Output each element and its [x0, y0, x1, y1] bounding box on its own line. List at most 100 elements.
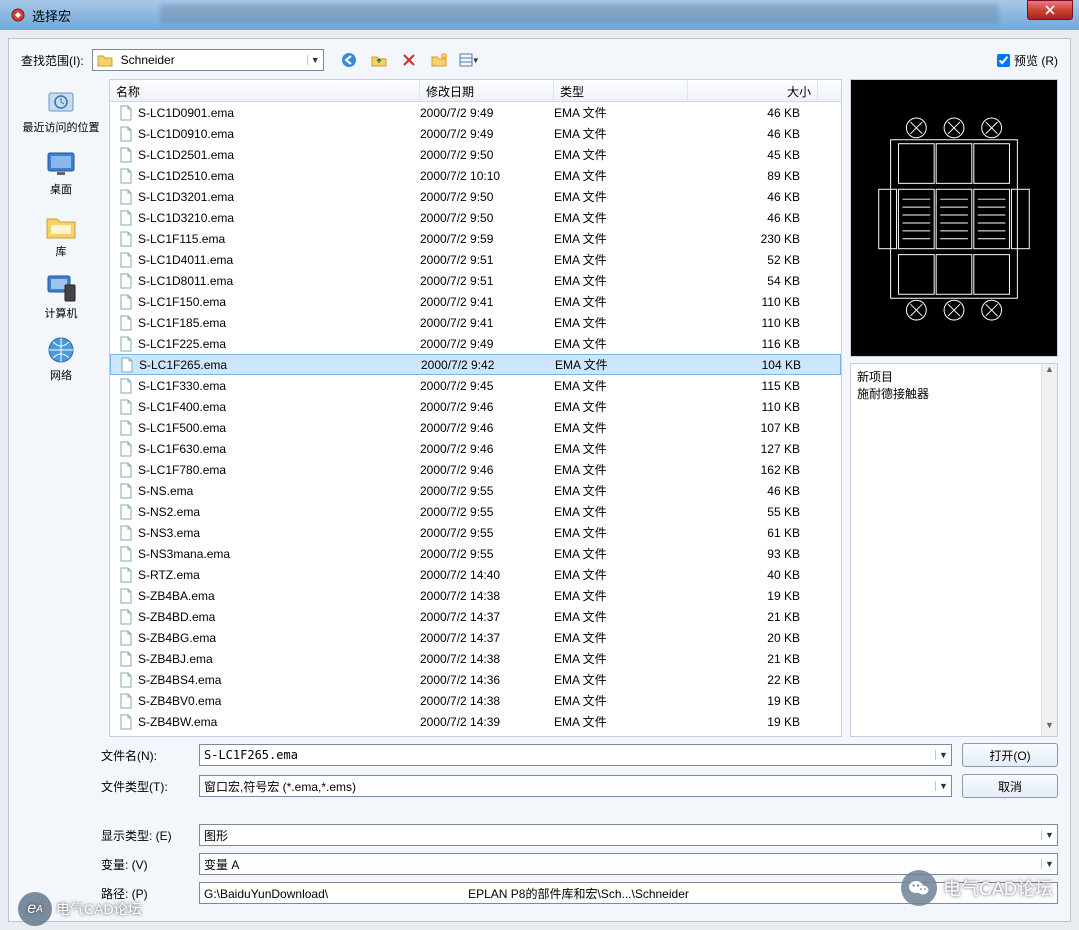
table-row[interactable]: S-LC1D0910.ema2000/7/2 9:49EMA 文件46 KB: [110, 123, 841, 144]
file-icon: [118, 336, 134, 352]
table-row[interactable]: S-LC1F330.ema2000/7/2 9:45EMA 文件115 KB: [110, 375, 841, 396]
table-row[interactable]: S-LC1F115.ema2000/7/2 9:59EMA 文件230 KB: [110, 228, 841, 249]
table-row[interactable]: S-LC1D2501.ema2000/7/2 9:50EMA 文件45 KB: [110, 144, 841, 165]
views-button[interactable]: ▼: [458, 49, 480, 71]
file-icon: [118, 567, 134, 583]
file-type: EMA 文件: [555, 356, 689, 373]
file-date: 2000/7/2 9:46: [420, 442, 554, 456]
place-libraries[interactable]: 库: [22, 205, 100, 263]
table-row[interactable]: S-LC1F150.ema2000/7/2 9:41EMA 文件110 KB: [110, 291, 841, 312]
scroll-up-icon[interactable]: ▲: [1042, 364, 1057, 380]
table-row[interactable]: S-RTZ.ema2000/7/2 14:40EMA 文件40 KB: [110, 564, 841, 585]
up-button[interactable]: [368, 49, 390, 71]
watermark-text: 电气CAD论坛: [56, 899, 142, 919]
chevron-down-icon[interactable]: ▼: [1041, 859, 1057, 869]
file-name: S-LC1F330.ema: [138, 379, 420, 393]
table-row[interactable]: S-LC1F225.ema2000/7/2 9:49EMA 文件116 KB: [110, 333, 841, 354]
close-button[interactable]: [1027, 0, 1073, 20]
place-computer[interactable]: 计算机: [22, 267, 100, 325]
table-row[interactable]: S-LC1F630.ema2000/7/2 9:46EMA 文件127 KB: [110, 438, 841, 459]
place-desktop[interactable]: 桌面: [22, 143, 100, 201]
table-row[interactable]: S-LC1F265.ema2000/7/2 9:42EMA 文件104 KB: [110, 354, 841, 375]
chevron-down-icon[interactable]: ▼: [935, 781, 951, 791]
libraries-icon: [43, 209, 79, 243]
table-row[interactable]: S-NS2.ema2000/7/2 9:55EMA 文件55 KB: [110, 501, 841, 522]
table-row[interactable]: S-ZB4BS4.ema2000/7/2 14:36EMA 文件22 KB: [110, 669, 841, 690]
file-type: EMA 文件: [554, 566, 688, 583]
file-date: 2000/7/2 14:39: [420, 715, 554, 729]
location-text: Schneider: [117, 53, 307, 67]
table-row[interactable]: S-ZB4BW.ema2000/7/2 14:39EMA 文件19 KB: [110, 711, 841, 732]
table-row[interactable]: S-LC1D2510.ema2000/7/2 10:10EMA 文件89 KB: [110, 165, 841, 186]
table-row[interactable]: S-LC1D3201.ema2000/7/2 9:50EMA 文件46 KB: [110, 186, 841, 207]
chevron-down-icon[interactable]: ▼: [1041, 830, 1057, 840]
table-row[interactable]: S-LC1D4011.ema2000/7/2 9:51EMA 文件52 KB: [110, 249, 841, 270]
table-row[interactable]: S-ZB4BA.ema2000/7/2 14:38EMA 文件19 KB: [110, 585, 841, 606]
column-headers[interactable]: 名称 修改日期 类型 大小: [110, 80, 841, 102]
table-row[interactable]: S-LC1D3210.ema2000/7/2 9:50EMA 文件46 KB: [110, 207, 841, 228]
file-icon: [118, 231, 134, 247]
file-type: EMA 文件: [554, 503, 688, 520]
preview-checkbox-wrap[interactable]: 预览 (R): [997, 52, 1058, 69]
place-label: 桌面: [50, 181, 72, 197]
display-combo[interactable]: 图形▼: [199, 824, 1058, 846]
scroll-down-icon[interactable]: ▼: [1042, 720, 1057, 736]
file-date: 2000/7/2 9:59: [420, 232, 554, 246]
col-type[interactable]: 类型: [554, 80, 688, 101]
file-name: S-ZB4BA.ema: [138, 589, 420, 603]
open-button[interactable]: 打开(O): [962, 743, 1058, 767]
file-icon: [118, 462, 134, 478]
table-row[interactable]: S-NS.ema2000/7/2 9:55EMA 文件46 KB: [110, 480, 841, 501]
file-type: EMA 文件: [554, 104, 688, 121]
file-type: EMA 文件: [554, 650, 688, 667]
file-size: 52 KB: [688, 253, 800, 267]
place-recent[interactable]: 最近访问的位置: [22, 81, 100, 139]
table-row[interactable]: S-ZB4BJ.ema2000/7/2 14:38EMA 文件21 KB: [110, 648, 841, 669]
display-value: 图形: [200, 827, 1041, 844]
table-row[interactable]: S-LC1F780.ema2000/7/2 9:46EMA 文件162 KB: [110, 459, 841, 480]
table-row[interactable]: S-ZB4BD.ema2000/7/2 14:37EMA 文件21 KB: [110, 606, 841, 627]
chevron-down-icon[interactable]: ▼: [307, 55, 323, 65]
table-row[interactable]: S-ZB4BV0.ema2000/7/2 14:38EMA 文件19 KB: [110, 690, 841, 711]
table-row[interactable]: S-LC1D0901.ema2000/7/2 9:49EMA 文件46 KB: [110, 102, 841, 123]
file-date: 2000/7/2 9:51: [420, 253, 554, 267]
delete-button[interactable]: [398, 49, 420, 71]
table-row[interactable]: S-NS3mana.ema2000/7/2 9:55EMA 文件93 KB: [110, 543, 841, 564]
place-label: 网络: [50, 367, 72, 383]
table-row[interactable]: S-ZB4BG.ema2000/7/2 14:37EMA 文件20 KB: [110, 627, 841, 648]
file-size: 46 KB: [688, 484, 800, 498]
place-label: 最近访问的位置: [23, 119, 100, 135]
location-combo[interactable]: Schneider ▼: [92, 49, 324, 71]
chevron-down-icon[interactable]: ▼: [935, 750, 951, 760]
file-type: EMA 文件: [554, 377, 688, 394]
filename-input[interactable]: S-LC1F265.ema▼: [199, 744, 952, 766]
newfolder-button[interactable]: [428, 49, 450, 71]
file-name: S-NS2.ema: [138, 505, 420, 519]
file-icon: [118, 126, 134, 142]
col-date[interactable]: 修改日期: [420, 80, 554, 101]
filetype-combo[interactable]: 窗口宏,符号宏 (*.ema,*.ems)▼: [199, 775, 952, 797]
table-row[interactable]: S-LC1D8011.ema2000/7/2 9:51EMA 文件54 KB: [110, 270, 841, 291]
file-icon: [118, 168, 134, 184]
preview-pane: [850, 79, 1058, 357]
file-type: EMA 文件: [554, 272, 688, 289]
back-button[interactable]: [338, 49, 360, 71]
table-row[interactable]: S-NS3.ema2000/7/2 9:55EMA 文件61 KB: [110, 522, 841, 543]
cancel-button[interactable]: 取消: [962, 774, 1058, 798]
col-name[interactable]: 名称: [110, 80, 420, 101]
recent-icon: [43, 85, 79, 119]
file-icon: [118, 105, 134, 121]
table-row[interactable]: S-LC1F185.ema2000/7/2 9:41EMA 文件110 KB: [110, 312, 841, 333]
file-icon: [118, 651, 134, 667]
table-row[interactable]: S-LC1F400.ema2000/7/2 9:46EMA 文件110 KB: [110, 396, 841, 417]
file-icon: [118, 420, 134, 436]
place-network[interactable]: 网络: [22, 329, 100, 387]
file-rows[interactable]: S-LC1D0901.ema2000/7/2 9:49EMA 文件46 KBS-…: [110, 102, 841, 736]
preview-checkbox[interactable]: [997, 54, 1010, 67]
delete-icon: [401, 52, 417, 68]
scrollbar[interactable]: ▲▼: [1041, 364, 1057, 736]
file-icon: [118, 189, 134, 205]
table-row[interactable]: S-LC1F500.ema2000/7/2 9:46EMA 文件107 KB: [110, 417, 841, 438]
col-size[interactable]: 大小: [688, 80, 818, 101]
file-date: 2000/7/2 14:37: [420, 631, 554, 645]
